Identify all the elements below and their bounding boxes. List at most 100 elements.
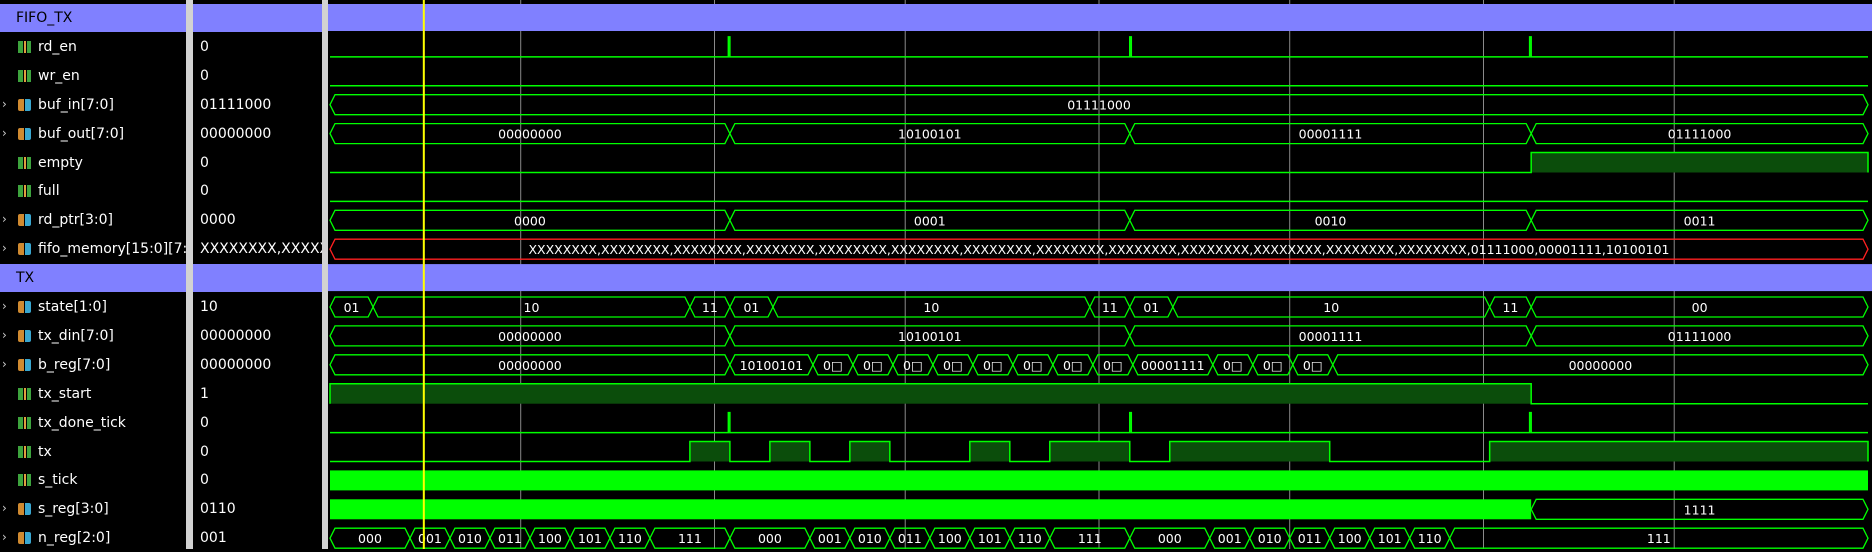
bus-segment-value: 11 (702, 300, 718, 315)
bus-segment-value: 000 (358, 531, 382, 546)
signal-row[interactable]: › b_reg[7:0] (0, 351, 186, 379)
signal-row[interactable]: › buf_out[7:0] (0, 120, 186, 148)
bus-segment-value: 00000000 (498, 329, 562, 344)
bus-segment-value: 0□ (1303, 358, 1323, 373)
signal-row[interactable]: tx_start (0, 380, 186, 408)
signal-value-cell: 001 (193, 524, 322, 552)
bus-segment-value: 0□ (823, 358, 843, 373)
logic-bit-icon (18, 445, 31, 458)
signal-row[interactable]: › n_reg[2:0] (0, 524, 186, 552)
logic-bus-icon (18, 98, 31, 111)
expand-chevron-icon[interactable]: › (2, 212, 7, 226)
bus-segment-value: 101 (978, 531, 1002, 546)
signal-value: 0 (200, 38, 209, 55)
signal-row[interactable]: › buf_in[7:0] (0, 91, 186, 119)
bus-segment-value: 1111 (1684, 502, 1716, 517)
expand-chevron-icon[interactable]: › (2, 299, 7, 313)
bus-segment-value: 11 (1502, 300, 1518, 315)
expand-chevron-icon[interactable]: › (2, 357, 7, 371)
signal-value: 0 (200, 183, 209, 200)
signal-name: buf_in[7:0] (38, 96, 114, 113)
logic-bus-icon (18, 532, 31, 545)
group-header[interactable]: FIFO_TX (0, 4, 186, 32)
signal-value-cell: 0 (193, 466, 322, 494)
signal-value-cell: 00000000 (193, 120, 322, 148)
bus-segment-value: 111 (678, 531, 702, 546)
logic-bus-icon (18, 214, 31, 227)
signal-name: empty (38, 154, 83, 171)
signal-value: 0 (200, 443, 209, 460)
high-level-fill (1169, 441, 1330, 462)
bus-segment-value: 01111000 (1668, 329, 1732, 344)
bus-segment-value: XXXXXXXX,XXXXXXXX,XXXXXXXX,XXXXXXXX,XXXX… (528, 242, 1669, 257)
expand-chevron-icon[interactable]: › (2, 501, 7, 515)
signal-value-cell: 01111000 (193, 91, 322, 119)
bus-segment-value: 0□ (1103, 358, 1123, 373)
signal-value-cell: 0000 (193, 206, 322, 234)
signal-row[interactable]: › s_reg[3:0] (0, 495, 186, 523)
group-header[interactable]: TX (0, 264, 186, 293)
signal-name: state[1:0] (38, 299, 107, 315)
logic-bit-icon (18, 387, 31, 400)
expand-chevron-icon[interactable]: › (2, 530, 7, 544)
bus-segment-value: 011 (498, 531, 522, 546)
bus-segment-value: 110 (1418, 531, 1442, 546)
waveform-canvas[interactable]: 0111100000000000 10100101 00001111 01111000… (328, 0, 1872, 549)
signal-value-cell: 0 (193, 62, 322, 90)
expand-chevron-icon[interactable]: › (2, 97, 7, 111)
signal-row[interactable]: empty (0, 149, 186, 177)
bus-segment-value: 0□ (1023, 358, 1043, 373)
group-band (328, 264, 1872, 292)
waveform-panel[interactable]: 01111000 00000000 10100101 00001111 01111000… (328, 0, 1872, 549)
signal-row[interactable]: tx_done_tick (0, 409, 186, 437)
bus-segment-value: 0010 (1315, 213, 1347, 228)
signal-row[interactable]: tx (0, 438, 186, 466)
group-value-cell (193, 264, 322, 293)
signal-name: n_reg[2:0] (38, 530, 111, 547)
signal-row[interactable]: › rd_ptr[3:0] (0, 206, 186, 234)
bus-segment-value: 100 (1338, 531, 1362, 546)
signal-row[interactable]: full (0, 177, 186, 205)
signal-value: 0 (200, 414, 209, 431)
signal-name: b_reg[7:0] (38, 356, 111, 373)
signal-value-panel: 000111100000000000000000XXXXXXXX,XXXXXXX… (193, 0, 322, 549)
bus-segment-value: 001 (418, 531, 442, 546)
signal-row[interactable]: › tx_din[7:0] (0, 322, 186, 350)
name-value-splitter[interactable] (186, 0, 193, 549)
signal-row[interactable]: › state[1:0] (0, 293, 186, 321)
expand-chevron-icon[interactable]: › (2, 241, 7, 255)
group-name: FIFO_TX (16, 10, 73, 26)
bus-segment-value: 000 (758, 531, 782, 546)
signal-value: 00000000 (200, 327, 272, 344)
expand-chevron-icon[interactable]: › (2, 126, 7, 140)
signal-row[interactable]: wr_en (0, 62, 186, 90)
logic-bit-icon (18, 69, 31, 82)
bus-segment-value: 01111000 (1067, 98, 1131, 113)
bus-segment-value: 0000 (514, 213, 546, 228)
bus-segment-value: 100 (938, 531, 962, 546)
signal-row[interactable]: s_tick (0, 466, 186, 494)
high-level-fill (330, 383, 1532, 404)
logic-bit-icon (18, 156, 31, 169)
bus-segment-value: 10 (1323, 300, 1339, 315)
logic-bit-icon (18, 40, 31, 53)
signal-value: 0 (200, 67, 209, 84)
bus-segment-value: 0□ (863, 358, 883, 373)
expand-chevron-icon[interactable]: › (2, 328, 7, 342)
bus-segment-value: 00000000 (498, 358, 562, 373)
signal-value: 001 (200, 530, 227, 547)
signal-row[interactable]: › fifo_memory[15:0][7:0] (0, 235, 202, 263)
bus-segment-value: 00000000 (498, 127, 562, 142)
bus-segment-value: 00001111 (1299, 329, 1363, 344)
bus-segment-value: 0□ (1223, 358, 1243, 373)
signal-name-panel: FIFO_TX rd_en wr_en › buf_in[7:0] › buf_out[7:… (0, 0, 202, 552)
signal-value: 10 (200, 299, 218, 315)
bus-segment-value: 010 (1258, 531, 1282, 546)
bus-segment-value: 110 (1018, 531, 1042, 546)
bus-segment-value: 10 (923, 300, 939, 315)
signal-name: fifo_memory[15:0][7:0] (38, 241, 202, 258)
bus-segment-value: 000 (1158, 531, 1182, 546)
signal-row[interactable]: rd_en (0, 33, 186, 61)
bus-segment-value: 0□ (983, 358, 1003, 373)
bus-segment-value: 10100101 (740, 358, 804, 373)
